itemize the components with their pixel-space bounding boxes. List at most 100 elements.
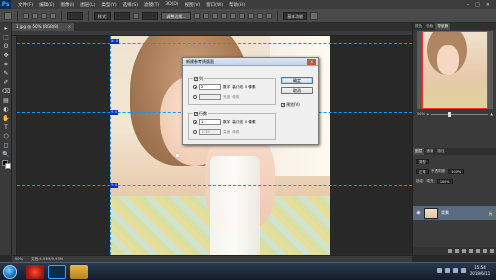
distribute-h-icon[interactable] [257,12,264,19]
height-input[interactable] [142,11,159,20]
zoom-out-icon[interactable]: ▴ [427,112,429,116]
fill-field[interactable]: 100% [436,178,453,184]
close-tab-icon[interactable]: × [68,23,71,31]
opacity-field[interactable]: 100% [448,168,465,174]
intersect-selection-icon[interactable] [50,12,56,19]
align-right-icon[interactable] [212,12,219,19]
player-app-icon[interactable] [26,265,44,279]
align-bottom-icon[interactable] [239,12,246,19]
type-tool-icon[interactable]: T [2,124,10,132]
marquee-tool-icon[interactable] [4,11,12,20]
zoom-slider[interactable] [430,111,489,117]
menu-file[interactable]: 文件(F) [15,2,36,8]
trash-icon[interactable] [490,249,494,253]
columns-number-radio[interactable] [193,85,197,89]
navigator-thumbnail[interactable] [417,31,493,109]
fx-icon[interactable] [455,249,459,253]
align-middle-icon[interactable] [230,12,237,19]
guide-line-horizontal[interactable] [17,185,412,186]
eye-icon[interactable]: ◉ [416,210,421,216]
width-input[interactable] [114,11,131,20]
document-tab[interactable]: 1.jpg @ 50% (RGB/8) × [12,23,74,31]
folder-icon[interactable] [476,249,480,253]
blend-mode-select[interactable]: 正常 [416,168,429,174]
menu-window[interactable]: 窗口(W) [203,2,226,8]
start-button[interactable] [3,265,17,279]
ok-button[interactable]: 确定 [281,77,313,84]
workspace-select[interactable]: 基本功能 [283,11,308,20]
zoom-tool-icon[interactable]: 🔍 [2,151,10,159]
align-left-icon[interactable] [194,12,201,19]
guide-line-horizontal[interactable] [17,43,412,44]
gradient-tool-icon[interactable]: ▤ [2,97,10,105]
swap-icon[interactable] [133,12,140,19]
style-select[interactable]: 样式: [94,11,112,20]
menu-layer[interactable]: 图层(L) [77,2,98,8]
rows-checkbox[interactable]: ✓ [194,111,198,116]
rows-number-field[interactable]: 1 [199,119,221,125]
tab-channels[interactable]: 通道 [424,148,435,155]
columns-width-field[interactable] [199,94,221,100]
maximize-button[interactable]: □ [475,2,480,8]
feather-input[interactable] [67,11,83,20]
link-icon[interactable] [448,249,452,253]
photoshop-taskbar-icon[interactable] [48,265,66,279]
eraser-tool-icon[interactable]: ⌫ [2,88,10,96]
flag-icon[interactable] [461,268,466,273]
guide-line-vertical[interactable] [110,36,111,255]
clone-stamp-icon[interactable]: ✐ [2,79,10,87]
tab-paths[interactable]: 路径 [435,148,446,155]
close-window-button[interactable]: ✕ [486,2,490,8]
distribute-icon[interactable] [248,12,255,19]
tab-layers[interactable]: 图层 [413,148,425,155]
menu-help[interactable]: 帮助(H) [226,2,248,8]
cancel-button[interactable]: 取消 [281,87,313,94]
brush-tool-icon[interactable]: ✎ [2,70,10,78]
path-select-icon[interactable]: ⬡ [2,133,10,141]
marquee-tool-icon[interactable]: ⬚ [2,34,10,42]
tab-color[interactable]: 颜色 [413,23,424,30]
rows-height-field[interactable]: 1080 [199,129,221,135]
menu-edit[interactable]: 编辑(E) [36,2,57,8]
navigator-zoom-value[interactable]: 50% [417,112,425,116]
folder-taskbar-icon[interactable] [70,265,88,279]
network-icon[interactable] [437,268,442,273]
menu-select[interactable]: 选择(S) [120,2,141,8]
move-tool-icon[interactable]: ▸ [2,25,10,33]
new-layer-icon[interactable] [483,249,487,253]
background-color-swatch[interactable] [5,163,11,169]
mask-icon[interactable] [462,249,466,253]
new-selection-icon[interactable] [23,12,29,19]
menu-image[interactable]: 图像(I) [57,2,77,8]
vertical-ruler[interactable] [12,36,17,255]
menu-type[interactable]: 类型(Y) [98,2,119,8]
taskbar-clock[interactable]: 15:54 2018/6/11 [467,265,493,277]
dialog-close-button[interactable]: x [307,59,316,65]
shape-tool-icon[interactable]: ◻ [2,142,10,150]
subtract-selection-icon[interactable] [41,12,47,19]
preview-checkbox[interactable]: ✓ [281,103,285,107]
layer-row-background[interactable]: ◉ 背景 🔒 [413,206,496,220]
align-top-icon[interactable] [221,12,228,19]
tab-navigator[interactable]: 导航器 [435,23,451,30]
distribute-v-icon[interactable] [266,12,273,19]
adjustment-icon[interactable] [469,249,473,253]
align-center-icon[interactable] [203,12,210,19]
lasso-tool-icon[interactable]: ʘ [2,43,10,51]
columns-width-radio[interactable] [193,95,197,99]
layer-kind-select[interactable]: 类型 [416,158,429,164]
tab-swatches[interactable]: 色板 [424,23,435,30]
columns-checkbox[interactable]: ✓ [194,76,198,81]
minimize-button[interactable]: – [467,2,470,8]
rows-height-radio[interactable] [193,130,197,134]
zoom-in-icon[interactable]: ▲ [490,112,493,116]
navigator-view-box[interactable] [422,31,488,109]
add-selection-icon[interactable] [32,12,38,19]
rows-number-radio[interactable] [193,120,197,124]
search-icon[interactable] [310,11,319,20]
menu-view[interactable]: 视图(V) [182,2,204,8]
crop-tool-icon[interactable]: ⌗ [2,61,10,69]
zoom-slider-handle[interactable] [448,111,452,117]
preview-option[interactable]: ✓ 预览(V) [281,102,300,108]
quick-select-icon[interactable]: ✥ [2,52,10,60]
